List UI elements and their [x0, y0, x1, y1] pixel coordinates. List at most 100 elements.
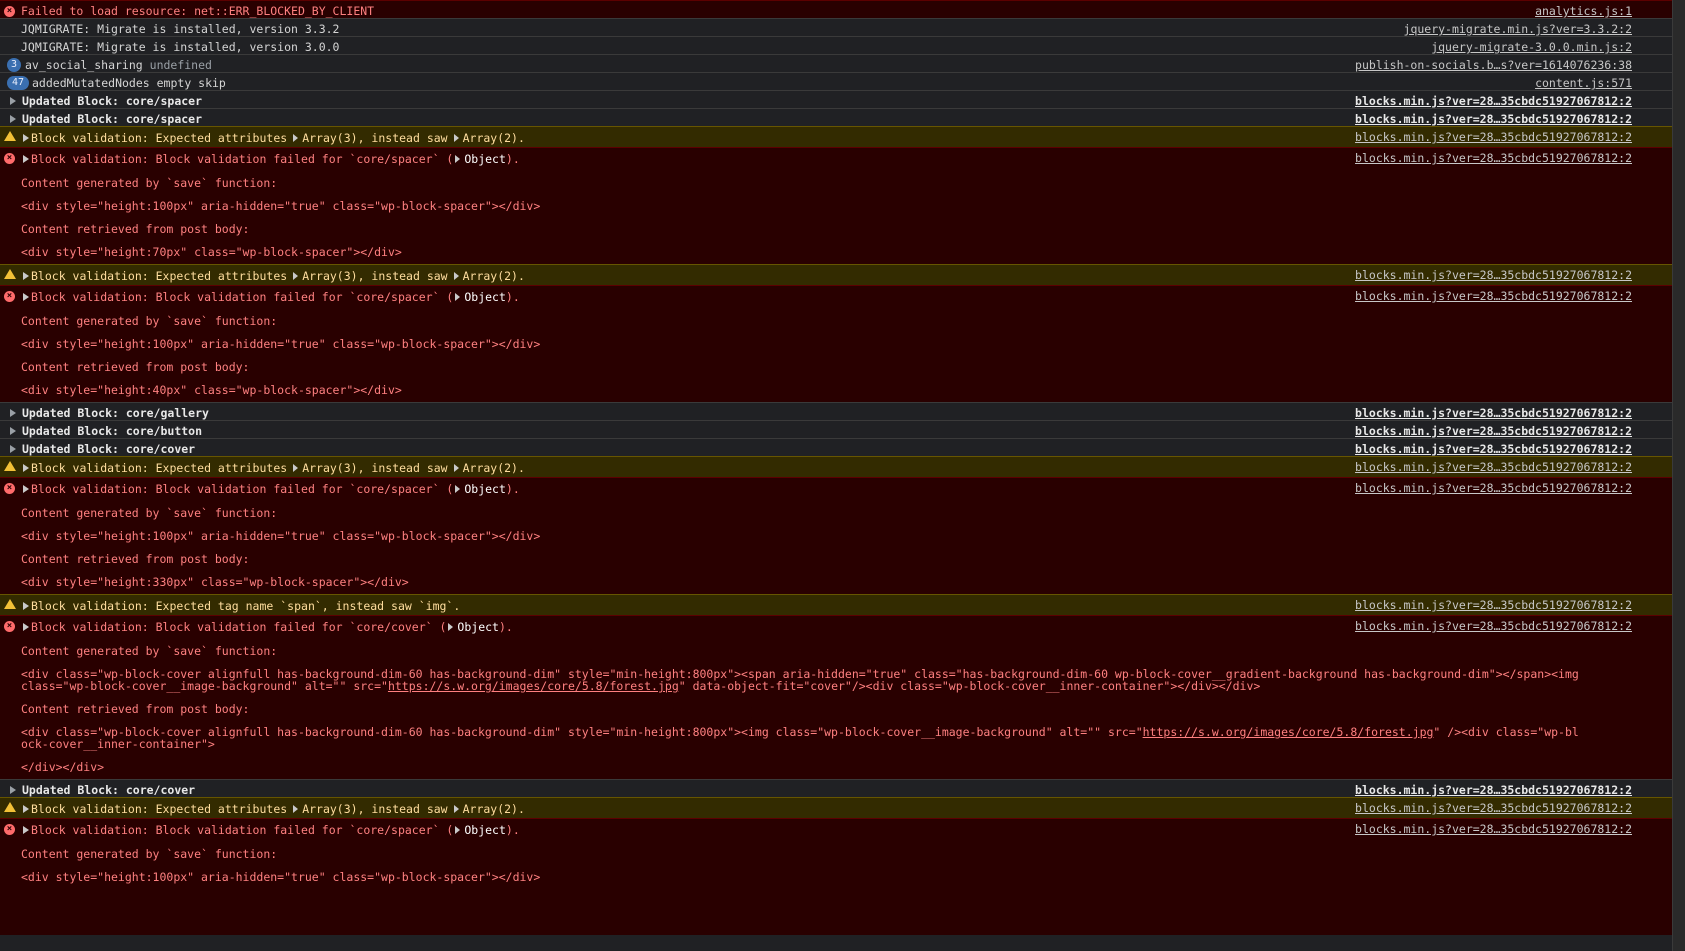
- expand-triangle-icon[interactable]: [23, 825, 29, 834]
- console-message-warning[interactable]: Block validation: Expected attributes Arr…: [0, 797, 1672, 818]
- source-link[interactable]: blocks.min.js?ver=28…35cbdc51927067812:2: [1355, 289, 1632, 303]
- source-link[interactable]: blocks.min.js?ver=28…35cbdc51927067812:2: [1355, 822, 1632, 836]
- expand-triangle-icon[interactable]: [455, 825, 461, 834]
- expand-triangle-icon[interactable]: [293, 804, 299, 813]
- expand-triangle-icon[interactable]: [448, 622, 454, 631]
- source-link[interactable]: blocks.min.js?ver=28…35cbdc51927067812:2: [1355, 442, 1632, 456]
- console-group[interactable]: Updated Block: core/gallery blocks.min.j…: [0, 402, 1672, 420]
- source-link[interactable]: blocks.min.js?ver=28…35cbdc51927067812:2: [1355, 406, 1632, 420]
- expand-triangle-icon[interactable]: [453, 271, 459, 280]
- expand-triangle-icon[interactable]: [455, 484, 461, 493]
- source-link[interactable]: jquery-migrate.min.js?ver=3.3.2:2: [1404, 22, 1632, 36]
- array-value[interactable]: Array(3): [302, 802, 357, 816]
- expand-triangle-icon[interactable]: [23, 804, 29, 813]
- array-value[interactable]: Array(3): [302, 461, 357, 475]
- array-value[interactable]: Array(3): [302, 269, 357, 283]
- source-link[interactable]: content.js:571: [1535, 76, 1632, 90]
- console-message-error[interactable]: × Failed to load resource: net::ERR_BLOC…: [0, 0, 1672, 18]
- message-text: Block validation: Block validation faile…: [31, 481, 454, 496]
- expand-triangle-icon[interactable]: [23, 292, 29, 301]
- console-group[interactable]: Updated Block: core/cover blocks.min.js?…: [0, 779, 1672, 797]
- code-text: " data-object-fit="cover"/><div class="w…: [678, 679, 1261, 693]
- expand-triangle-icon[interactable]: [293, 133, 299, 142]
- source-link[interactable]: blocks.min.js?ver=28…35cbdc51927067812:2: [1355, 783, 1632, 797]
- console-group[interactable]: Updated Block: core/spacer blocks.min.js…: [0, 108, 1672, 126]
- expand-triangle-icon[interactable]: [23, 622, 29, 631]
- error-icon: ×: [4, 621, 15, 632]
- scrollbar[interactable]: [1672, 0, 1685, 951]
- console-message-error[interactable]: × Block validation: Block validation fai…: [0, 285, 1672, 402]
- message-detail: Content retrieved from post body:: [21, 222, 250, 236]
- message-text: ).: [505, 289, 520, 304]
- console-message-error[interactable]: × Block validation: Block validation fai…: [0, 615, 1672, 779]
- source-link[interactable]: blocks.min.js?ver=28…35cbdc51927067812:2: [1355, 424, 1632, 438]
- expand-triangle-icon[interactable]: [293, 463, 299, 472]
- expand-triangle-icon[interactable]: [455, 292, 461, 301]
- console-message-error[interactable]: × Block validation: Block validation fai…: [0, 147, 1672, 264]
- object-value[interactable]: Object: [464, 290, 506, 304]
- repeat-count-badge: 47: [7, 76, 29, 90]
- console-group[interactable]: Updated Block: core/button blocks.min.js…: [0, 420, 1672, 438]
- expand-triangle-icon[interactable]: [10, 96, 16, 105]
- source-link[interactable]: blocks.min.js?ver=28…35cbdc51927067812:2: [1355, 481, 1632, 495]
- expand-triangle-icon[interactable]: [10, 444, 16, 453]
- source-link[interactable]: publish-on-socials.b…s?ver=1614076236:38: [1355, 58, 1632, 72]
- expand-triangle-icon[interactable]: [23, 601, 29, 610]
- expand-triangle-icon[interactable]: [10, 114, 16, 123]
- source-link[interactable]: blocks.min.js?ver=28…35cbdc51927067812:2: [1355, 268, 1632, 282]
- source-link[interactable]: jquery-migrate-3.0.0.min.js:2: [1431, 40, 1632, 54]
- image-url-link[interactable]: https://s.w.org/images/core/5.8/forest.j…: [388, 679, 679, 693]
- console-message-warning[interactable]: Block validation: Expected tag name `spa…: [0, 594, 1672, 615]
- array-value[interactable]: Array(2): [463, 461, 518, 475]
- source-link[interactable]: blocks.min.js?ver=28…35cbdc51927067812:2: [1355, 94, 1632, 108]
- console-panel: × Failed to load resource: net::ERR_BLOC…: [0, 0, 1672, 951]
- array-value[interactable]: Array(3): [302, 131, 357, 145]
- console-message-log[interactable]: JQMIGRATE: Migrate is installed, version…: [0, 36, 1672, 54]
- source-link[interactable]: blocks.min.js?ver=28…35cbdc51927067812:2: [1355, 619, 1632, 633]
- expand-triangle-icon[interactable]: [453, 463, 459, 472]
- object-value[interactable]: Object: [464, 823, 506, 837]
- console-group[interactable]: Updated Block: core/cover blocks.min.js?…: [0, 438, 1672, 456]
- message-text: Block validation: Block validation faile…: [31, 619, 447, 634]
- expand-triangle-icon[interactable]: [23, 154, 29, 163]
- console-group[interactable]: Updated Block: core/spacer blocks.min.js…: [0, 90, 1672, 108]
- console-message-log[interactable]: 3 av_social_sharing undefined publish-on…: [0, 54, 1672, 72]
- source-link[interactable]: analytics.js:1: [1535, 4, 1632, 18]
- message-text: Block validation: Expected attributes: [31, 268, 288, 283]
- source-link[interactable]: blocks.min.js?ver=28…35cbdc51927067812:2: [1355, 130, 1632, 144]
- console-message-log[interactable]: 47 addedMutatedNodes empty skip content.…: [0, 72, 1672, 90]
- expand-triangle-icon[interactable]: [453, 804, 459, 813]
- repeat-count-badge: 3: [7, 58, 22, 72]
- expand-triangle-icon[interactable]: [10, 785, 16, 794]
- object-value[interactable]: Object: [457, 620, 499, 634]
- array-value[interactable]: Array(2): [463, 269, 518, 283]
- expand-triangle-icon[interactable]: [23, 463, 29, 472]
- message-text: ).: [505, 151, 520, 166]
- source-link[interactable]: blocks.min.js?ver=28…35cbdc51927067812:2: [1355, 460, 1632, 474]
- expand-triangle-icon[interactable]: [455, 154, 461, 163]
- image-url-link[interactable]: https://s.w.org/images/core/5.8/forest.j…: [1143, 725, 1434, 739]
- source-link[interactable]: blocks.min.js?ver=28…35cbdc51927067812:2: [1355, 112, 1632, 126]
- source-link[interactable]: blocks.min.js?ver=28…35cbdc51927067812:2: [1355, 598, 1632, 612]
- expand-triangle-icon[interactable]: [23, 271, 29, 280]
- expand-triangle-icon[interactable]: [23, 484, 29, 493]
- source-link[interactable]: blocks.min.js?ver=28…35cbdc51927067812:2: [1355, 151, 1632, 165]
- expand-triangle-icon[interactable]: [293, 271, 299, 280]
- console-message-error[interactable]: × Block validation: Block validation fai…: [0, 818, 1672, 935]
- expand-triangle-icon[interactable]: [23, 133, 29, 142]
- message-text: Updated Block: core/button: [22, 423, 203, 438]
- array-value[interactable]: Array(2): [463, 802, 518, 816]
- console-message-log[interactable]: JQMIGRATE: Migrate is installed, version…: [0, 18, 1672, 36]
- object-value[interactable]: Object: [464, 482, 506, 496]
- expand-triangle-icon[interactable]: [10, 426, 16, 435]
- object-value[interactable]: Object: [464, 152, 506, 166]
- console-message-error[interactable]: × Block validation: Block validation fai…: [0, 477, 1672, 594]
- array-value[interactable]: Array(2): [463, 131, 518, 145]
- message-text: Updated Block: core/gallery: [22, 405, 209, 420]
- console-message-warning[interactable]: Block validation: Expected attributes Arr…: [0, 264, 1672, 285]
- source-link[interactable]: blocks.min.js?ver=28…35cbdc51927067812:2: [1355, 801, 1632, 815]
- console-message-warning[interactable]: Block validation: Expected attributes Arr…: [0, 456, 1672, 477]
- console-message-warning[interactable]: Block validation: Expected attributes Arr…: [0, 126, 1672, 147]
- expand-triangle-icon[interactable]: [10, 408, 16, 417]
- expand-triangle-icon[interactable]: [453, 133, 459, 142]
